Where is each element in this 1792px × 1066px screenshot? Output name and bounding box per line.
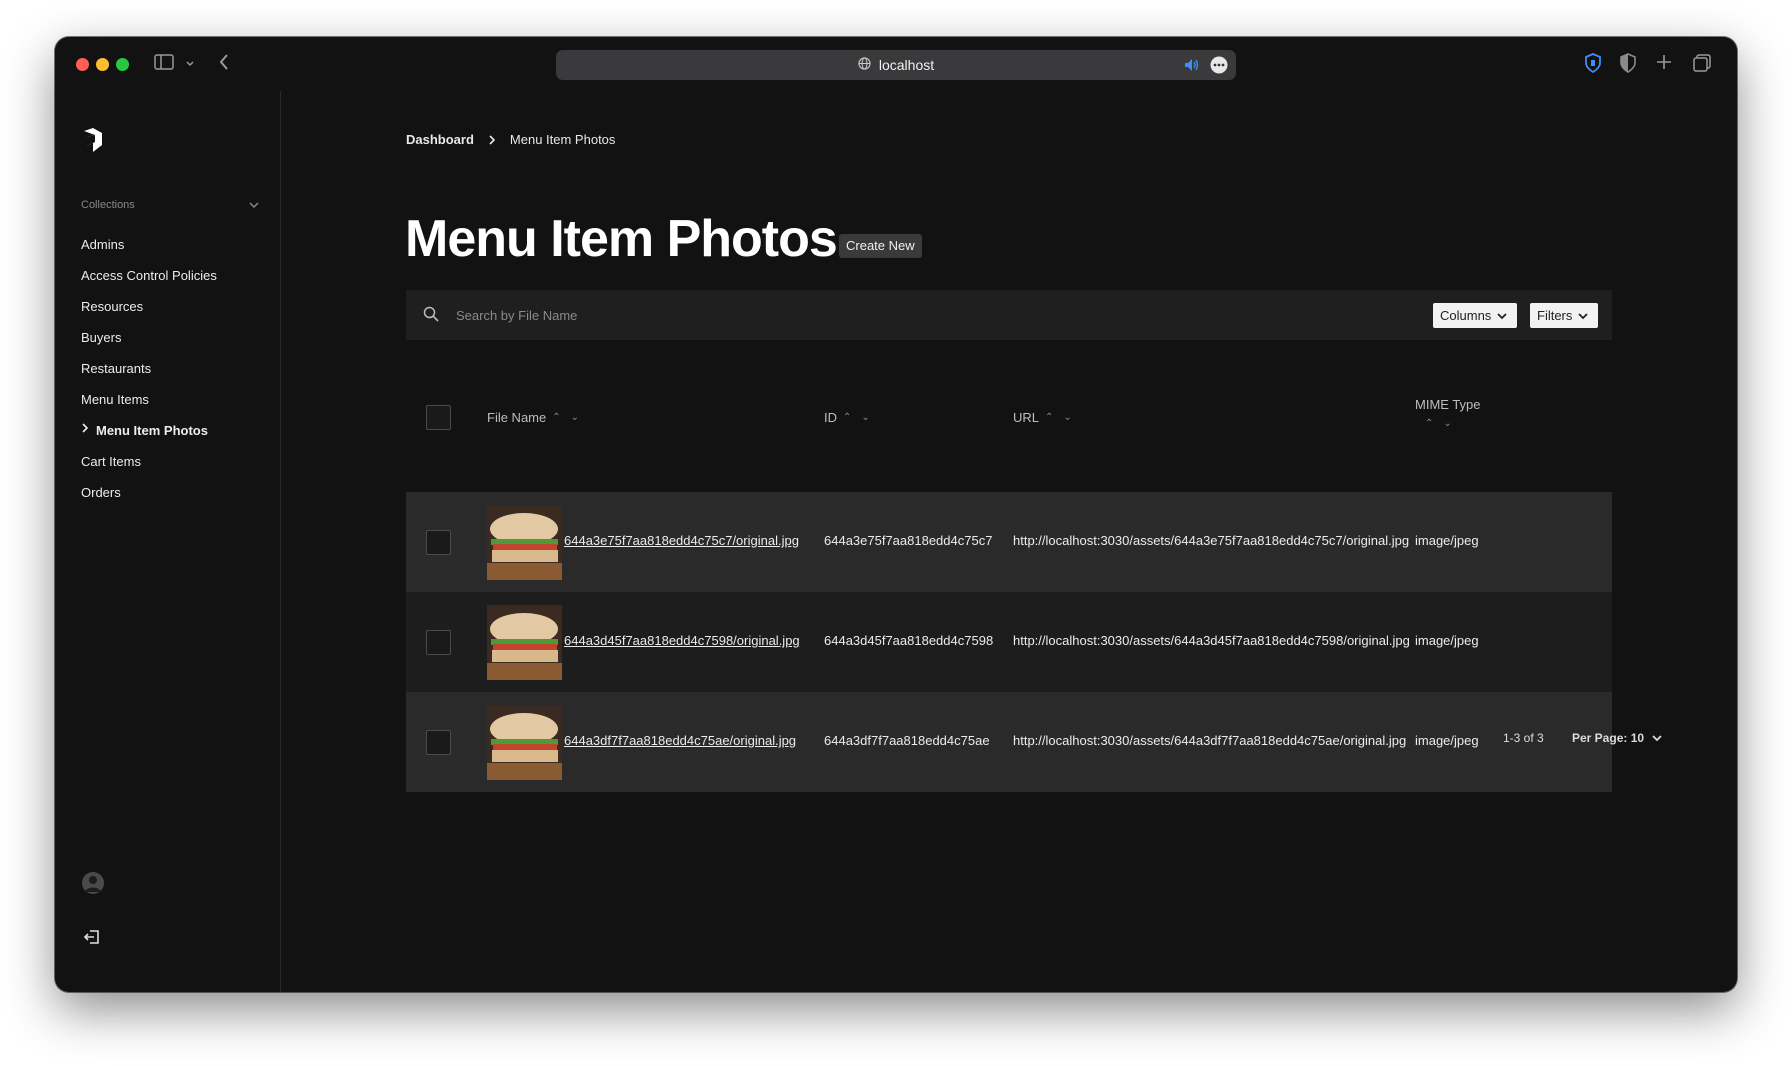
sidebar-item-orders[interactable]: Orders (81, 477, 271, 508)
sidebar-item-admins[interactable]: Admins (81, 229, 271, 260)
more-options-icon[interactable] (1210, 56, 1228, 77)
column-label: URL (1013, 410, 1040, 425)
chevron-down-icon[interactable] (249, 201, 259, 209)
file-name-link[interactable]: 644a3d45f7aa818edd4c7598/original.jpg (564, 633, 800, 648)
sort-descending-icon[interactable]: ⌄ (861, 412, 869, 423)
mime-cell: image/jpeg (1415, 633, 1479, 648)
sandwich-thumbnail-image[interactable] (487, 705, 562, 780)
row-checkbox[interactable] (426, 630, 451, 655)
close-window-button[interactable] (76, 58, 89, 71)
filters-dropdown[interactable]: Filters (1530, 303, 1598, 328)
sandwich-thumbnail-image[interactable] (487, 505, 562, 580)
create-new-button[interactable]: Create New (839, 234, 922, 258)
search-icon (423, 306, 439, 327)
breadcrumb-current: Menu Item Photos (509, 132, 616, 147)
chevron-down-icon[interactable] (185, 56, 195, 74)
sort-ascending-icon[interactable]: ⌃ (843, 412, 851, 423)
back-arrow-icon[interactable] (218, 53, 230, 76)
sidebar-item-menu-item-photos[interactable]: Menu Item Photos (81, 415, 271, 446)
search-input[interactable] (456, 303, 1256, 327)
chevron-right-icon (489, 134, 496, 145)
select-all-checkbox[interactable] (426, 405, 451, 430)
column-header-url[interactable]: URL ⌃ ⌄ (1013, 410, 1072, 425)
search-bar: Columns Filters (406, 290, 1612, 340)
pagination-range: 1-3 of 3 (1503, 731, 1544, 745)
table-row[interactable]: 644a3e75f7aa818edd4c75c7/original.jpg 64… (406, 492, 1612, 592)
mime-cell: image/jpeg (1415, 733, 1479, 748)
url-text: localhost (878, 57, 935, 73)
column-label: File Name (487, 410, 547, 425)
minimize-window-button[interactable] (96, 58, 109, 71)
page-title: Menu Item Photos (405, 210, 838, 268)
chevron-down-icon (1652, 735, 1662, 742)
app-logo-icon[interactable] (81, 127, 105, 158)
address-bar[interactable]: localhost (556, 50, 1236, 80)
table-row[interactable]: 644a3d45f7aa818edd4c7598/original.jpg 64… (406, 592, 1612, 692)
sort-ascending-icon[interactable]: ⌃ (1425, 418, 1433, 429)
table-row[interactable]: 644a3df7f7aa818edd4c75ae/original.jpg 64… (406, 692, 1612, 792)
sidebar-item-menu-items[interactable]: Menu Items (81, 384, 271, 415)
sidebar-item-access-control-policies[interactable]: Access Control Policies (81, 260, 271, 291)
column-header-mime-type[interactable]: MIME Type ⌃ ⌄ (1415, 397, 1481, 429)
sidebar-item-cart-items[interactable]: Cart Items (81, 446, 271, 477)
sidebar-toggle-icon[interactable] (154, 54, 174, 75)
columns-label: Columns (1440, 308, 1492, 323)
breadcrumb-dashboard-link[interactable]: Dashboard (406, 132, 474, 147)
main-content: Dashboard Menu Item Photos Menu Item Pho… (281, 91, 1737, 992)
row-checkbox[interactable] (426, 730, 451, 755)
filters-label: Filters (1537, 308, 1573, 323)
new-tab-plus-icon[interactable] (1656, 54, 1672, 75)
sandwich-thumbnail-image[interactable] (487, 605, 562, 680)
sidebar-item-resources[interactable]: Resources (81, 291, 271, 322)
zoom-window-button[interactable] (116, 58, 129, 71)
sort-descending-icon[interactable]: ⌄ (571, 412, 579, 423)
sidebar-item-buyers[interactable]: Buyers (81, 322, 271, 353)
id-cell: 644a3e75f7aa818edd4c75c7 (824, 533, 993, 548)
speaker-icon[interactable] (1184, 58, 1200, 75)
browser-window: localhost Collections Admins Access Cont… (55, 37, 1737, 992)
breadcrumb: Dashboard Menu Item Photos (406, 132, 615, 147)
sort-descending-icon[interactable]: ⌄ (1063, 412, 1071, 423)
sort-descending-icon[interactable]: ⌄ (1443, 418, 1451, 429)
sidebar: Collections Admins Access Control Polici… (55, 91, 281, 992)
chevron-down-icon (1578, 312, 1589, 319)
column-header-id[interactable]: ID ⌃ ⌄ (824, 410, 870, 425)
sidebar-item-restaurants[interactable]: Restaurants (81, 353, 271, 384)
sidebar-nav: Admins Access Control Policies Resources… (81, 229, 271, 508)
collections-header[interactable]: Collections (81, 199, 259, 211)
mime-cell: image/jpeg (1415, 533, 1479, 548)
sort-ascending-icon[interactable]: ⌃ (1045, 412, 1053, 423)
per-page-label: Per Page: 10 (1572, 731, 1645, 745)
chevron-right-icon (81, 415, 89, 446)
row-checkbox[interactable] (426, 530, 451, 555)
logout-icon[interactable] (83, 928, 101, 951)
sort-ascending-icon[interactable]: ⌃ (552, 412, 560, 423)
id-cell: 644a3d45f7aa818edd4c7598 (824, 633, 994, 648)
file-name-link[interactable]: 644a3e75f7aa818edd4c75c7/original.jpg (564, 533, 799, 548)
column-header-file-name[interactable]: File Name ⌃ ⌄ (487, 410, 579, 425)
column-label: ID (824, 410, 837, 425)
columns-dropdown[interactable]: Columns (1433, 303, 1517, 328)
url-cell: http://localhost:3030/assets/644a3d45f7a… (1013, 633, 1410, 648)
title-bar: localhost (55, 37, 1737, 91)
per-page-dropdown[interactable]: Per Page: 10 (1572, 731, 1662, 745)
url-cell: http://localhost:3030/assets/644a3e75f7a… (1013, 533, 1410, 548)
table-header: File Name ⌃ ⌄ ID ⌃ ⌄ URL ⌃ ⌄ MIME Type ⌃ ⌄ (406, 381, 1612, 455)
url-cell: http://localhost:3030/assets/644a3df7f7a… (1013, 733, 1407, 748)
password-manager-shield-icon[interactable] (1584, 53, 1602, 78)
chevron-down-icon (1497, 312, 1507, 319)
globe-icon (858, 57, 871, 73)
tab-overview-icon[interactable] (1692, 53, 1712, 78)
privacy-shield-icon[interactable] (1620, 53, 1636, 78)
sidebar-item-label: Menu Item Photos (96, 423, 208, 438)
file-name-link[interactable]: 644a3df7f7aa818edd4c75ae/original.jpg (564, 733, 796, 748)
id-cell: 644a3df7f7aa818edd4c75ae (824, 733, 990, 748)
column-label: MIME Type (1415, 397, 1481, 412)
user-avatar-icon[interactable] (82, 872, 104, 894)
collections-label: Collections (81, 199, 135, 211)
